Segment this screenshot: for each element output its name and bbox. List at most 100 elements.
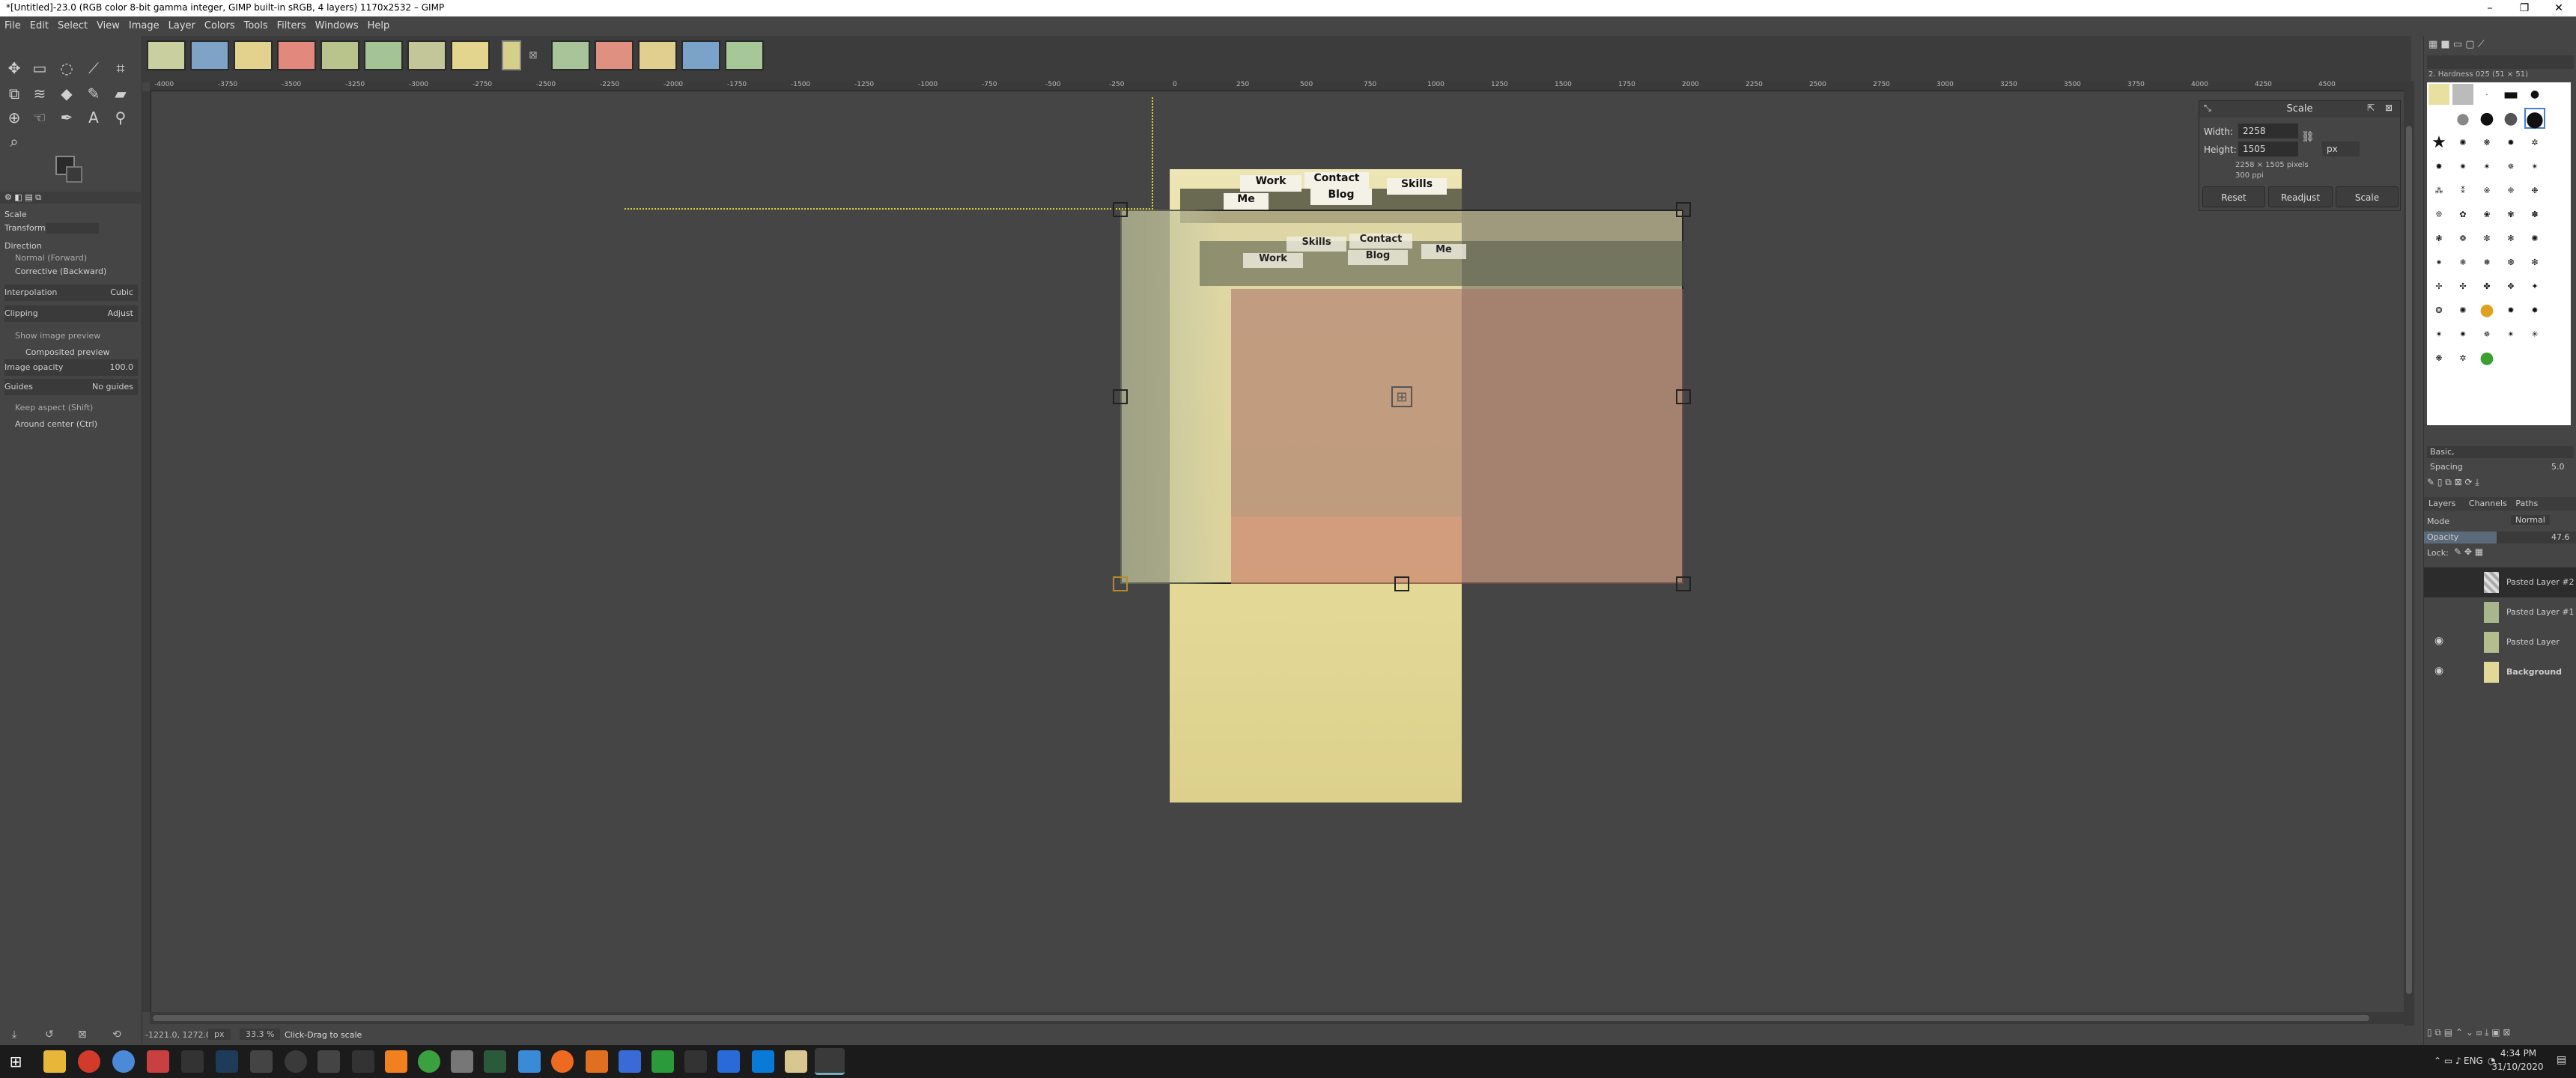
unit-select[interactable]: px (2322, 141, 2360, 156)
brush-pattern[interactable]: ✾ (2500, 204, 2521, 225)
image-tab-thumbnail[interactable] (681, 40, 720, 70)
lasso-tool-icon[interactable]: ◌ (55, 57, 78, 79)
menu-tools[interactable]: Tools (240, 16, 273, 36)
language-indicator[interactable]: ENG (2464, 1056, 2483, 1066)
file-explorer-icon[interactable] (43, 1050, 66, 1073)
menu-file[interactable]: File (0, 16, 25, 36)
app-icon[interactable] (418, 1050, 440, 1073)
eraser-tool-icon[interactable]: ▰ (109, 82, 132, 105)
brush-pattern[interactable]: ✹ (2500, 299, 2521, 320)
clipping-select[interactable]: Clipping Adjust (4, 305, 138, 322)
app-icon[interactable] (518, 1050, 541, 1073)
tab-channels[interactable]: Channels (2469, 499, 2507, 508)
chrome-icon[interactable] (112, 1050, 135, 1073)
app-icon[interactable] (318, 1050, 340, 1073)
brush-pattern[interactable]: ❉ (2524, 180, 2545, 201)
tray-icons[interactable]: ⌃ ▭ ♪ (2434, 1056, 2461, 1066)
image-tab-thumbnail[interactable] (234, 40, 273, 70)
brush-preset-filter[interactable]: Basic, (2427, 446, 2574, 458)
brush-clipboard[interactable] (2428, 84, 2449, 105)
opacity-slider[interactable]: Opacity 47.6 (2424, 532, 2576, 543)
around-center-checkbox[interactable]: Around center (Ctrl) (4, 416, 138, 433)
active-image-tab-thumbnail[interactable] (502, 40, 521, 70)
eye-icon[interactable]: ◉ (2434, 635, 2443, 647)
brush-pattern[interactable]: ✺ (2452, 299, 2473, 320)
move-tool-icon[interactable]: ✥ (3, 57, 25, 79)
scale-handle-top-right[interactable] (1676, 202, 1691, 217)
image-tab-thumbnail[interactable] (725, 40, 764, 70)
horizontal-scrollbar[interactable] (150, 1012, 2411, 1024)
image-opacity-slider[interactable]: Image opacity 100.0 (4, 359, 138, 376)
layer-row[interactable]: ◉ Background (2424, 657, 2576, 687)
brush-pattern[interactable]: ✲ (2452, 347, 2473, 368)
brush-pattern[interactable]: ❇ (2524, 252, 2545, 272)
app-icon[interactable] (785, 1050, 807, 1073)
brushes-grid[interactable]: · ▬ ● ● ● ● ● ★ ✺ ❋ ✹ ✲ ✸ ✷ ✶ ✵ ✴ ⁂ ⁑ ※ … (2427, 82, 2571, 425)
maximize-button[interactable]: ❐ (2507, 0, 2542, 16)
brush-texture[interactable]: ✹ (2500, 132, 2521, 153)
brush-pattern[interactable]: ⁂ (2428, 180, 2449, 201)
brush-splatter[interactable]: ✺ (2452, 132, 2473, 153)
brush-pattern[interactable]: ✦ (2524, 275, 2545, 296)
layer-actions[interactable]: ▯ ⧉ ▤ ⌃ ⌄ ⧈ ⤓ ▣ ⊠ (2427, 1027, 2510, 1038)
tab-paths[interactable]: Paths (2515, 499, 2538, 508)
image-tab-thumbnail[interactable] (190, 40, 229, 70)
keep-aspect-checkbox[interactable]: Keep aspect (Shift) (4, 400, 138, 416)
app-icon[interactable] (451, 1050, 473, 1073)
brush-actions[interactable]: ✎ ▯ ⧉ ⊠ ⟳ ⤓ (2427, 475, 2574, 490)
fuzzy-select-tool-icon[interactable]: ⟋ (82, 57, 105, 79)
brush-chalk[interactable]: ✲ (2524, 132, 2545, 153)
app-icon[interactable] (385, 1050, 407, 1073)
brush-dot[interactable]: · (2476, 84, 2497, 105)
app-icon[interactable] (181, 1050, 204, 1073)
menu-layer[interactable]: Layer (164, 16, 200, 36)
brush-hard[interactable]: ● (2476, 108, 2497, 129)
menu-edit[interactable]: Edit (25, 16, 53, 36)
scale-handle-bottom-left[interactable] (1113, 576, 1128, 591)
scale-handle-bottom[interactable] (1394, 576, 1409, 591)
brush-line[interactable]: ▬ (2500, 84, 2521, 105)
image-tab-thumbnail[interactable] (147, 40, 186, 70)
paths-tool-icon[interactable]: ✒ (55, 106, 78, 129)
scale-center-handle-icon[interactable]: ⊞ (1391, 386, 1412, 407)
brush-pattern[interactable]: ✴ (2500, 323, 2521, 344)
app-icon[interactable] (147, 1050, 169, 1073)
brush-pattern[interactable]: ⁕ (2428, 252, 2449, 272)
direction-corrective-radio[interactable]: Corrective (Backward) (4, 264, 138, 280)
brush-pattern[interactable]: ✴ (2524, 156, 2545, 177)
brush-pattern[interactable]: ✷ (2452, 156, 2473, 177)
detach-icon[interactable]: ⇱ (2367, 103, 2375, 113)
close-tab-icon[interactable]: ⊠ (529, 49, 538, 61)
brush-small-round[interactable]: ● (2524, 84, 2545, 105)
app-icon[interactable] (78, 1050, 100, 1073)
tab-layers[interactable]: Layers (2428, 499, 2455, 508)
layers-dock-tabs[interactable]: Layers Channels Paths (2424, 497, 2576, 511)
brush-pattern[interactable]: ✺ (2524, 228, 2545, 249)
clock-date[interactable]: 31/10/2020 (2486, 1062, 2549, 1072)
brush-pepper[interactable]: ● (2476, 299, 2497, 320)
canvas[interactable]: Work Contact Blog Skills Me Skills Conta… (151, 91, 2411, 1012)
readjust-button[interactable]: Readjust (2268, 186, 2333, 207)
zoom-select[interactable]: 33.3 % (240, 1029, 281, 1040)
dock-tabs[interactable]: ▦ ■ ▭ ▢ ⟋ (2428, 39, 2485, 50)
brush-green-pepper[interactable]: ● (2476, 347, 2497, 368)
transform-type-buttons[interactable] (46, 223, 99, 234)
notifications-icon[interactable]: ▤ (2557, 1054, 2566, 1066)
app-icon[interactable] (586, 1050, 608, 1073)
brush-star[interactable]: ★ (2428, 132, 2449, 153)
image-tab-thumbnail[interactable] (638, 40, 677, 70)
brush-pattern[interactable]: ✿ (2452, 204, 2473, 225)
brush-pattern[interactable]: ✼ (2476, 228, 2497, 249)
app-icon[interactable] (684, 1050, 707, 1073)
brush-pattern[interactable]: ❂ (2428, 299, 2449, 320)
guides-select[interactable]: Guides No guides (4, 379, 138, 395)
windows-start-icon[interactable]: ⊞ (4, 1050, 27, 1073)
menu-colors[interactable]: Colors (200, 16, 240, 36)
menu-view[interactable]: View (92, 16, 124, 36)
warp-tool-icon[interactable]: ≋ (28, 82, 51, 105)
brush-pattern[interactable]: ✻ (2500, 228, 2521, 249)
brush-soft[interactable]: ● (2452, 108, 2473, 129)
layer-row[interactable]: ◉ Pasted Layer (2424, 627, 2576, 657)
app-icon[interactable] (352, 1050, 374, 1073)
zoom-tool-icon[interactable]: ⌕ (3, 130, 25, 153)
